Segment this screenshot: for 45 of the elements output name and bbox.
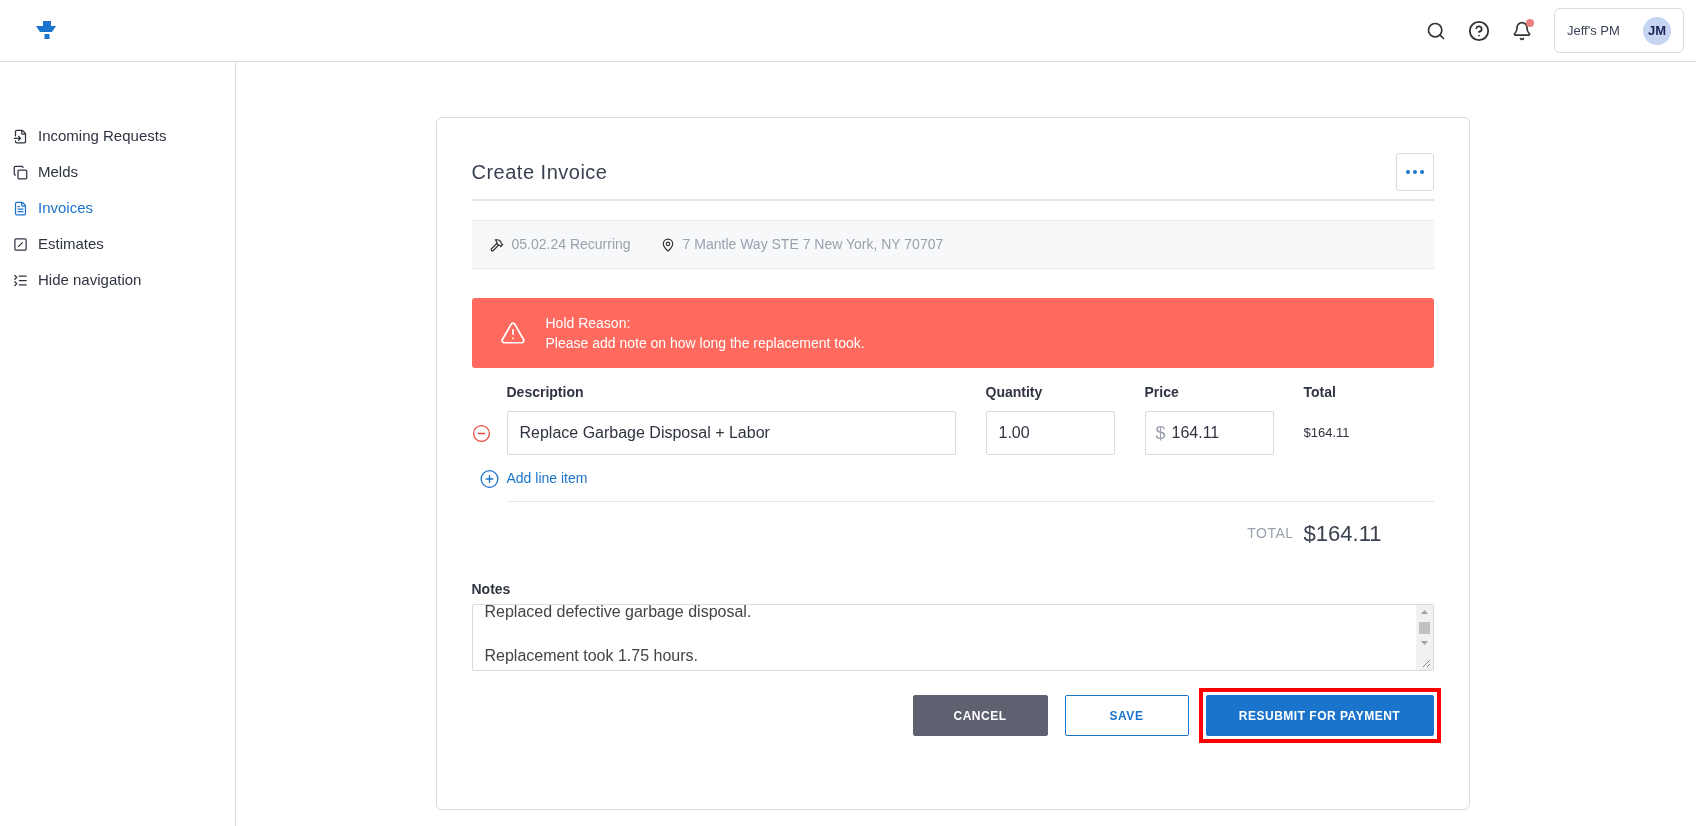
quantity-field[interactable]: 1.00	[985, 411, 1115, 455]
notes-label: Notes	[471, 580, 512, 599]
card-title: Create Invoice	[471, 160, 608, 185]
more-icon	[1405, 170, 1424, 174]
scrollbar-drawing	[1415, 605, 1433, 670]
column-header: Quantity	[985, 383, 1044, 402]
tools-icon	[489, 237, 504, 252]
add-line-item-link[interactable]: Add line item	[506, 468, 588, 489]
search-icon[interactable]	[1426, 20, 1446, 41]
sidebar-item[interactable]: Invoices	[0, 190, 235, 226]
resubmit-button[interactable]: RESUBMIT FOR PAYMENT	[1205, 695, 1434, 736]
inbox-icon	[13, 128, 28, 144]
sidebar-item[interactable]: Incoming Requests	[0, 118, 235, 154]
line-total: $164.11	[1303, 424, 1351, 443]
location-pin-icon	[660, 237, 675, 252]
notifications-bell-icon[interactable]	[1512, 20, 1532, 41]
price-field[interactable]: $ 164.11	[1144, 411, 1274, 455]
sidebar-item[interactable]: Estimates	[0, 226, 235, 262]
more-options-button[interactable]	[1395, 153, 1434, 191]
currency-symbol: $	[1155, 421, 1166, 445]
notes-text: Replaced defective garbage disposal. Replacement took 1.75 hours.	[484, 605, 753, 666]
address: 7 Mantle Way STE 7 New York, NY 70707	[682, 235, 944, 254]
column-header: Total	[1303, 383, 1337, 402]
meld-date: 05.02.24 Recurring	[511, 235, 631, 254]
notes-field[interactable]: Replaced defective garbage disposal. Replacement took 1.75 hours.	[471, 604, 1434, 671]
total-label: TOTAL	[1247, 524, 1294, 543]
help-icon[interactable]	[1468, 19, 1490, 42]
warning-icon	[499, 320, 526, 346]
logo-icon	[36, 20, 58, 41]
avatar: JM	[1643, 16, 1671, 45]
sidebar-item[interactable]: Melds	[0, 154, 235, 190]
description-field[interactable]: Replace Garbage Disposal + Labor	[506, 411, 956, 455]
column-header: Description	[506, 383, 585, 402]
collapse-icon	[13, 272, 28, 288]
square-icon	[13, 236, 28, 252]
document-icon	[13, 200, 28, 216]
copy-icon	[13, 164, 28, 180]
column-header: Price	[1144, 383, 1180, 402]
sidebar-item[interactable]: Hide navigation	[0, 262, 235, 298]
hold-reason-title: Hold Reason:	[545, 314, 632, 333]
hold-reason-message: Please add note on how long the replacement took.	[545, 334, 865, 353]
save-button[interactable]: SAVE	[1064, 695, 1189, 736]
cancel-button[interactable]: CANCEL	[912, 695, 1048, 736]
account-menu[interactable]: Jeff's PM JM	[1554, 8, 1684, 53]
grand-total: $164.11	[1303, 520, 1382, 548]
